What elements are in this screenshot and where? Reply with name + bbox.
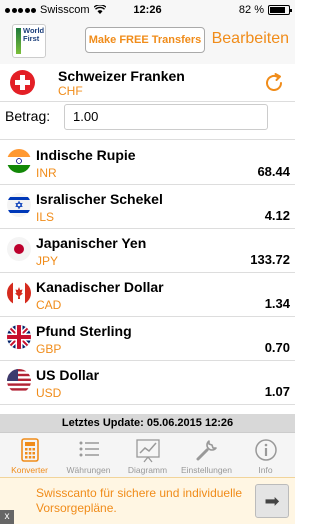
status-bar: Swisscom 12:26 82 %	[0, 0, 295, 20]
currency-value: 68.44	[257, 164, 290, 179]
currency-name: Japanischer Yen	[36, 235, 147, 251]
ad-banner[interactable]: Swisscanto für sichere und individuelle …	[0, 477, 295, 524]
info-icon	[254, 439, 277, 461]
tab-info[interactable]: Info	[236, 433, 295, 477]
india-flag-icon	[7, 149, 31, 173]
battery-percent: 82 %	[238, 4, 264, 16]
switzerland-flag-icon	[10, 70, 35, 95]
currency-code: USD	[36, 386, 62, 400]
tab-konverter[interactable]: Konverter	[0, 433, 59, 477]
chart-icon	[135, 439, 160, 463]
currency-list[interactable]: Indische Rupie INR 68.44 Isralischer Sch…	[0, 132, 295, 414]
battery-icon	[268, 5, 292, 15]
currency-code: GBP	[36, 342, 62, 356]
arrow-right-icon[interactable]: ➡	[255, 484, 289, 518]
canada-flag-icon	[7, 281, 31, 305]
tab-label: Diagramm	[127, 465, 168, 475]
tab-label: Währungen	[66, 465, 111, 475]
tab-waehrungen[interactable]: Währungen	[59, 433, 118, 477]
us-flag-icon	[7, 369, 31, 393]
currency-code: ILS	[36, 210, 55, 224]
base-currency-code: CHF	[58, 84, 83, 98]
currency-value: 1.07	[264, 384, 290, 399]
amount-label: Betrag:	[5, 108, 51, 124]
currency-value: 0.70	[264, 340, 290, 355]
tab-label: Einstellungen	[180, 465, 233, 475]
calculator-icon	[20, 438, 39, 462]
amount-row: Betrag: 1.00	[0, 102, 295, 132]
ad-text: Swisscanto für sichere und individuelle …	[36, 486, 243, 515]
currency-name: Pfund Sterling	[36, 323, 132, 339]
tab-bar: Konverter Währungen Diagramm Einstellung…	[0, 432, 295, 477]
currency-name: US Dollar	[36, 367, 100, 383]
logo-text: World First	[23, 26, 45, 43]
last-update-bar: Letztes Update: 05.06.2015 12:26	[0, 414, 295, 432]
currency-name: Kanadischer Dollar	[36, 279, 164, 295]
currency-name: Isralischer Schekel	[36, 191, 163, 207]
currency-value: 1.34	[264, 296, 290, 311]
tab-einstellungen[interactable]: Einstellungen	[177, 433, 236, 477]
currency-code: CAD	[36, 298, 62, 312]
japan-flag-icon	[7, 237, 31, 261]
refresh-icon[interactable]	[263, 72, 285, 94]
list-item-ils[interactable]: Isralischer Schekel ILS 4.12	[0, 185, 295, 229]
list-item-partial	[0, 132, 295, 140]
base-currency-name: Schweizer Franken	[58, 68, 185, 84]
navigation-bar: World First Make FREE Transfers Bearbeit…	[0, 20, 295, 64]
tab-diagramm[interactable]: Diagramm	[118, 433, 177, 477]
tab-label: Info	[258, 465, 273, 475]
uk-flag-icon	[7, 325, 31, 349]
tab-label: Konverter	[11, 465, 48, 475]
list-item-gbp[interactable]: Pfund Sterling GBP 0.70	[0, 317, 295, 361]
worldfirst-logo[interactable]: World First	[12, 24, 46, 58]
currency-name: Indische Rupie	[36, 147, 136, 163]
close-icon[interactable]: x	[0, 510, 14, 524]
amount-input[interactable]: 1.00	[64, 104, 268, 130]
israel-flag-icon	[7, 193, 31, 217]
list-item-cad[interactable]: Kanadischer Dollar CAD 1.34	[0, 273, 295, 317]
currency-code: INR	[36, 166, 57, 180]
list-item-jpy[interactable]: Japanischer Yen JPY 133.72	[0, 229, 295, 273]
edit-button[interactable]: Bearbeiten	[212, 30, 289, 48]
list-item-usd[interactable]: US Dollar USD 1.07	[0, 361, 295, 405]
wrench-icon	[196, 440, 217, 461]
base-currency-row[interactable]: Schweizer Franken CHF	[0, 64, 295, 102]
currency-value: 4.12	[264, 208, 290, 223]
currency-code: JPY	[36, 254, 59, 268]
currency-value: 133.72	[250, 252, 290, 267]
list-icon	[79, 441, 99, 457]
make-free-transfers-button[interactable]: Make FREE Transfers	[85, 27, 205, 53]
list-item-inr[interactable]: Indische Rupie INR 68.44	[0, 141, 295, 185]
